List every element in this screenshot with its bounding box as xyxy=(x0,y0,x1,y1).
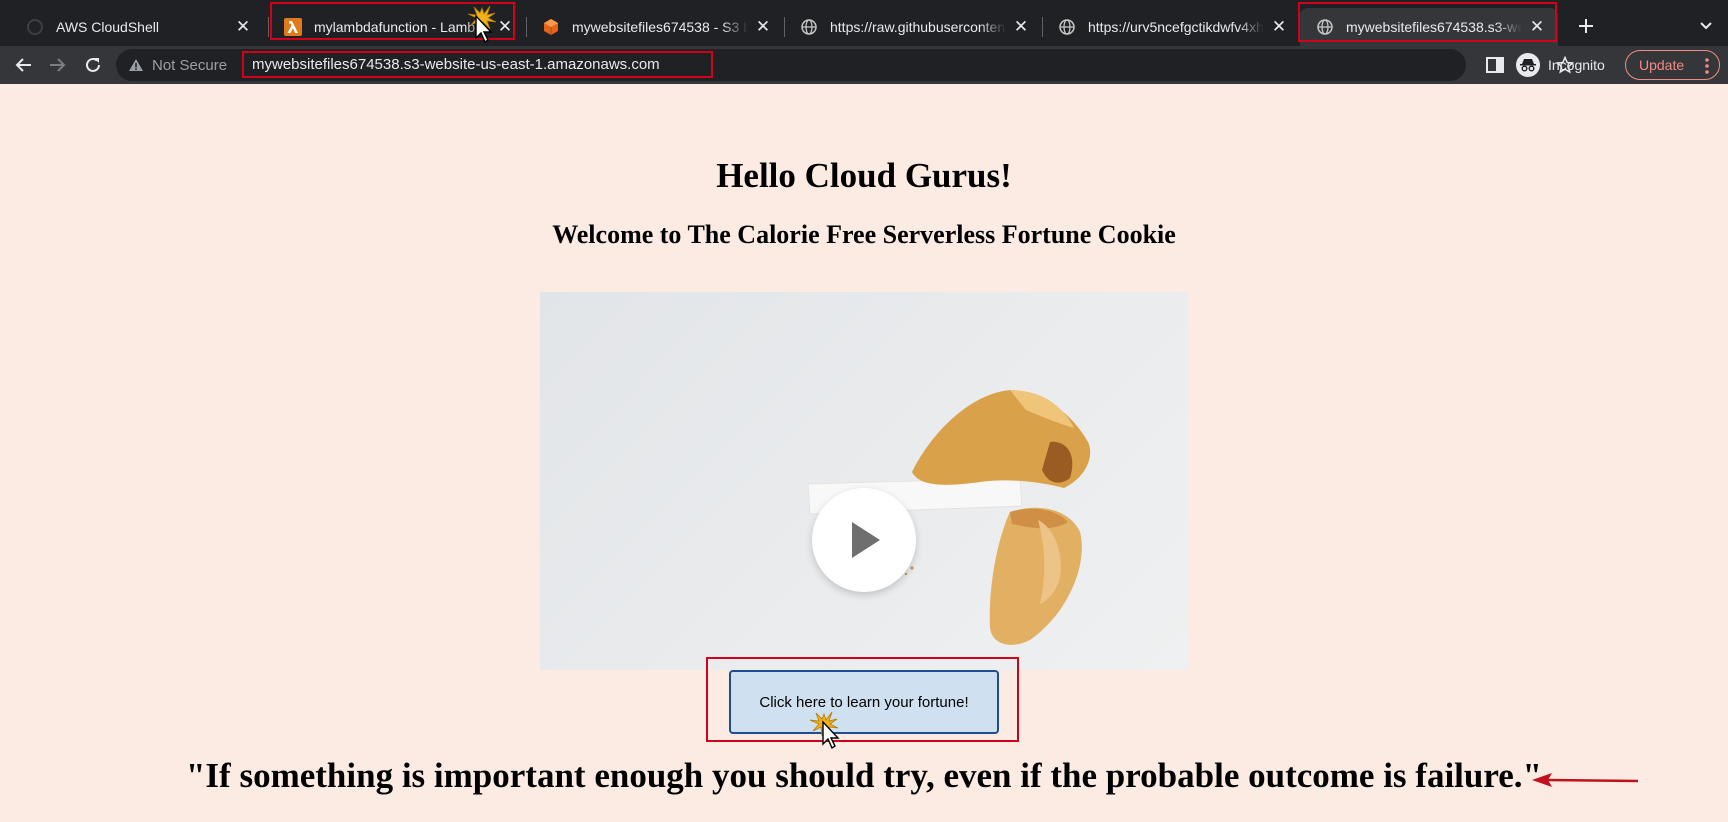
tab-api-url[interactable]: https://urv5ncefgctikdwfv4xhk ✕ xyxy=(1042,8,1300,46)
security-label: Not Secure xyxy=(152,56,228,74)
page-subtitle: Welcome to The Calorie Free Serverless F… xyxy=(552,220,1176,249)
back-button[interactable] xyxy=(9,51,37,79)
fortune-cookie-image xyxy=(807,390,1091,645)
plus-icon xyxy=(1579,19,1593,33)
address-bar[interactable]: Not Secure mywebsitefiles674538.s3-websi… xyxy=(116,49,1574,81)
close-icon[interactable]: ✕ xyxy=(1012,17,1030,36)
update-button[interactable]: Update xyxy=(1625,50,1720,80)
warning-icon xyxy=(129,59,143,71)
browser-toolbar: Not Secure mywebsitefiles674538.s3-websi… xyxy=(0,46,1728,84)
globe-icon xyxy=(1316,18,1334,36)
fortune-button[interactable]: Click here to learn your fortune! xyxy=(729,670,999,734)
reload-button[interactable] xyxy=(79,51,107,79)
s3-bucket-icon xyxy=(542,18,560,36)
forward-button[interactable] xyxy=(44,51,72,79)
fortune-text: "If something is important enough you sh… xyxy=(186,756,1542,795)
aws-cloudshell-icon xyxy=(26,18,44,36)
tab-github-raw[interactable]: https://raw.githubusercontent.com ✕ xyxy=(784,8,1042,46)
web-page: Hello Cloud Gurus! Welcome to The Calori… xyxy=(0,84,1728,822)
tab-title: mywebsitefiles674538 - S3 bucket xyxy=(572,19,748,35)
tab-title: https://raw.githubusercontent.com xyxy=(830,19,1006,35)
side-panel-button[interactable] xyxy=(1482,52,1508,78)
page-title: Hello Cloud Gurus! xyxy=(716,156,1012,195)
cursor-click-icon xyxy=(809,711,840,750)
incognito-label: Incognito xyxy=(1548,57,1605,73)
side-panel-icon xyxy=(1486,57,1504,73)
arrow-left-icon xyxy=(15,58,31,72)
tab-search-button[interactable] xyxy=(1694,12,1718,40)
new-tab-button[interactable] xyxy=(1572,12,1600,40)
play-button[interactable] xyxy=(812,488,916,592)
incognito-icon xyxy=(1516,53,1540,77)
close-icon[interactable]: ✕ xyxy=(234,17,252,36)
annotation-arrow-icon xyxy=(1532,773,1639,787)
close-icon[interactable]: ✕ xyxy=(754,17,772,36)
globe-icon xyxy=(800,18,818,36)
tab-title: https://urv5ncefgctikdwfv4xhk xyxy=(1088,19,1264,35)
tab-title: AWS CloudShell xyxy=(56,19,159,35)
play-icon xyxy=(852,522,880,558)
tab-title: mywebsitefiles674538.s3-website xyxy=(1346,19,1522,35)
incognito-profile[interactable]: Incognito xyxy=(1516,50,1605,80)
close-icon[interactable]: ✕ xyxy=(1270,17,1288,36)
url-text[interactable]: mywebsitefiles674538.s3-website-us-east-… xyxy=(252,49,660,81)
globe-icon xyxy=(1058,18,1076,36)
reload-icon xyxy=(86,57,100,72)
tab-aws-cloudshell[interactable]: AWS CloudShell ✕ xyxy=(10,8,264,46)
security-indicator[interactable]: Not Secure xyxy=(128,49,227,81)
more-vertical-icon xyxy=(1705,58,1709,74)
arrow-right-icon xyxy=(50,58,66,72)
chevron-down-icon xyxy=(1700,22,1712,30)
fortune-cookie-video[interactable] xyxy=(540,292,1188,670)
tab-strip: AWS CloudShell ✕ mylambdafunction - Lamb… xyxy=(0,0,1728,46)
cursor-click-icon xyxy=(467,5,497,44)
lambda-icon xyxy=(284,18,302,36)
tab-s3-website[interactable]: mywebsitefiles674538.s3-website ✕ xyxy=(1300,8,1558,46)
close-icon[interactable]: ✕ xyxy=(1528,17,1546,36)
tab-s3-bucket[interactable]: mywebsitefiles674538 - S3 bucket ✕ xyxy=(526,8,784,46)
update-label: Update xyxy=(1639,57,1685,73)
